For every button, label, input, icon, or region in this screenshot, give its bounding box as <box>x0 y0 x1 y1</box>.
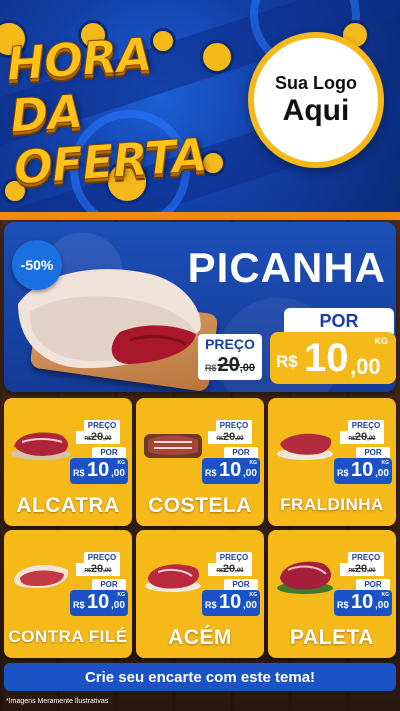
hero-offer-card[interactable]: -50% PICANHA POR R$ 10 ,00 KG <box>4 222 396 392</box>
new-price: R$ 10 ,00 KG <box>70 590 128 616</box>
contra-file-image <box>14 565 69 588</box>
product-card-contra-file[interactable]: PREÇO R$ 20 ,00 POR R$ 10 ,00 KG CONTRA … <box>4 530 132 658</box>
old-price-integer: 20 <box>217 354 240 376</box>
price-cents: ,00 <box>111 468 125 479</box>
fraldinha-image <box>277 433 333 460</box>
old-price-label: PREÇO <box>84 552 120 563</box>
currency-symbol: R$ <box>73 600 85 610</box>
new-price-label: POR <box>356 447 390 458</box>
acem-image <box>145 564 201 592</box>
product-name: CONTRA FILÉ <box>8 627 128 646</box>
old-price-cents: ,00 <box>367 436 376 442</box>
new-price-label: POR <box>92 579 126 590</box>
hero-new-price: R$ 10 ,00 KG <box>270 332 396 384</box>
old-price-label: PREÇO <box>84 420 120 431</box>
header-divider <box>0 212 400 220</box>
paleta-image <box>277 561 333 594</box>
new-price: R$ 10 ,00 KG <box>202 458 260 484</box>
logo-text-line-1: Sua Logo <box>275 72 357 93</box>
product-name: ACÉM <box>168 626 232 649</box>
promo-title: HORA DA OFERTA <box>4 22 245 196</box>
old-price-label: PREÇO <box>348 420 384 431</box>
product-card-acem[interactable]: PREÇO R$ 20 ,00 POR R$ 10 ,00 KG ACÉM <box>136 530 264 658</box>
discount-badge: -50% <box>12 240 62 290</box>
currency-symbol: R$ <box>337 468 349 478</box>
price-cents: ,00 <box>111 600 125 611</box>
currency-symbol: R$ <box>205 600 217 610</box>
product-card-alcatra[interactable]: PREÇO R$ 20 ,00 POR R$ 10 ,00 KG ALCATRA <box>4 398 132 526</box>
old-price-integer: 20 <box>354 563 368 575</box>
currency-symbol: R$ <box>276 352 298 371</box>
costela-image <box>144 434 202 458</box>
old-price-label: PREÇO <box>348 552 384 563</box>
old-price: R$ 20 ,00 <box>76 431 120 444</box>
price-unit: KG <box>249 460 258 466</box>
old-price: R$ 20 ,00 <box>340 563 384 576</box>
price-cents: ,00 <box>375 600 389 611</box>
hero-product-name: PICANHA <box>187 244 386 291</box>
price-cents: ,00 <box>243 600 257 611</box>
new-price: R$ 10 ,00 KG <box>70 458 128 484</box>
price-integer: 10 <box>219 591 242 613</box>
price-integer: 10 <box>219 459 242 481</box>
create-flyer-button[interactable]: Crie seu encarte com este tema! <box>4 663 396 691</box>
price-integer: 10 <box>87 591 110 613</box>
new-price-label: POR <box>224 579 258 590</box>
old-price-cents: ,00 <box>239 362 256 374</box>
new-price: R$ 10 ,00 KG <box>334 458 392 484</box>
old-price-cents: ,00 <box>103 436 112 442</box>
new-price-label: POR <box>92 447 126 458</box>
currency-symbol: R$ <box>337 600 349 610</box>
new-price-label: POR <box>284 308 394 334</box>
logo-placeholder[interactable]: Sua Logo Aqui <box>248 32 384 168</box>
price-unit: KG <box>381 460 390 466</box>
currency-symbol: R$ <box>73 468 85 478</box>
currency-symbol: R$ <box>205 468 217 478</box>
old-price-cents: ,00 <box>103 568 112 574</box>
product-card-costela[interactable]: PREÇO R$ 20 ,00 POR R$ 10 ,00 KG COSTELA <box>136 398 264 526</box>
product-name: ALCATRA <box>16 494 120 517</box>
price-cents: ,00 <box>350 354 381 379</box>
old-price: R$ 20 ,00 <box>208 563 252 576</box>
new-price-label: POR <box>224 447 258 458</box>
title-line-1: HORA DA <box>4 27 153 144</box>
price-integer: 10 <box>304 336 349 380</box>
price-integer: 10 <box>351 591 374 613</box>
price-unit: KG <box>381 592 390 598</box>
product-name: FRALDINHA <box>280 495 384 514</box>
old-price-cents: ,00 <box>235 436 244 442</box>
new-price: R$ 10 ,00 KG <box>202 590 260 616</box>
disclaimer-text: *Imagens Meramente Ilustrativas <box>6 698 109 705</box>
old-price: R$ 20 ,00 <box>76 563 120 576</box>
price-cents: ,00 <box>375 468 389 479</box>
product-name: PALETA <box>290 626 374 649</box>
old-price: R$ 20 ,00 <box>340 431 384 444</box>
product-name: COSTELA <box>148 494 252 517</box>
price-integer: 10 <box>351 459 374 481</box>
price-integer: 10 <box>87 459 110 481</box>
old-price-label: PREÇO <box>216 420 252 431</box>
price-unit: KG <box>117 592 126 598</box>
old-price-cents: ,00 <box>367 568 376 574</box>
old-price-label: PREÇO <box>216 552 252 563</box>
price-unit: KG <box>249 592 258 598</box>
old-price-integer: 20 <box>222 563 236 575</box>
header-banner: HORA DA OFERTA Sua Logo Aqui <box>0 0 400 212</box>
product-card-paleta[interactable]: PREÇO R$ 20 ,00 POR R$ 10 ,00 KG PALETA <box>268 530 396 658</box>
price-unit: KG <box>374 336 389 346</box>
price-cents: ,00 <box>243 468 257 479</box>
price-unit: KG <box>117 460 126 466</box>
new-price: R$ 10 ,00 KG <box>334 590 392 616</box>
logo-text-line-2: Aqui <box>282 93 350 127</box>
old-price: R$ 20 ,00 <box>208 431 252 444</box>
product-card-fraldinha[interactable]: PREÇO R$ 20 ,00 POR R$ 10 ,00 KG FRALDIN… <box>268 398 396 526</box>
alcatra-image <box>11 432 71 460</box>
old-price-integer: 20 <box>90 431 104 443</box>
old-price-integer: 20 <box>222 431 236 443</box>
old-price-integer: 20 <box>90 563 104 575</box>
old-price-integer: 20 <box>354 431 368 443</box>
new-price-label: POR <box>356 579 390 590</box>
old-price-cents: ,00 <box>235 568 244 574</box>
